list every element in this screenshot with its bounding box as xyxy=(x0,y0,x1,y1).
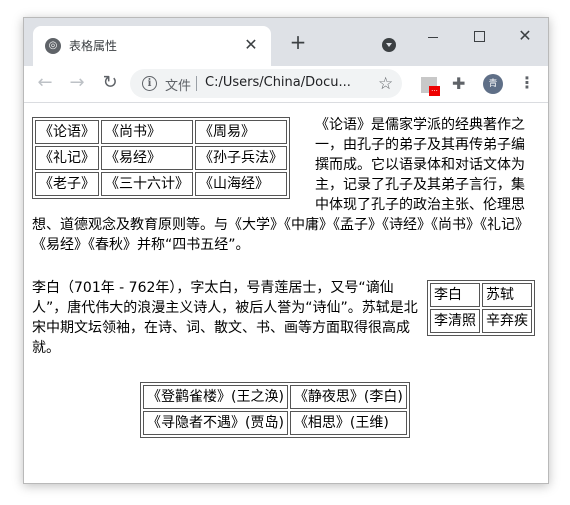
table-cell: 《孙子兵法》 xyxy=(195,146,287,170)
table-row: 《寻隐者不遇》(贾岛) 《相思》(王维) xyxy=(143,411,407,435)
tab-search-icon[interactable] xyxy=(382,38,396,52)
close-tab-icon[interactable]: ✕ xyxy=(241,35,261,55)
address-divider xyxy=(196,76,197,91)
more-menu-icon[interactable]: ⋮ xyxy=(519,73,535,92)
table-cell: 《相思》(王维) xyxy=(289,411,407,435)
table-cell: 《三十六计》 xyxy=(101,172,193,196)
poets-table: 李白 苏轼 李清照 辛弃疾 xyxy=(427,280,535,336)
browser-toolbar: ← → ↻ i 文件 C:/Users/China/Docu... ☆ ✚ 青 … xyxy=(24,66,548,103)
back-button[interactable]: ← xyxy=(34,72,56,94)
table-row: 《礼记》 《易经》 《孙子兵法》 xyxy=(35,146,287,170)
extensions-puzzle-icon[interactable]: ✚ xyxy=(452,74,465,93)
table-row: 《老子》 《三十六计》 《山海经》 xyxy=(35,172,287,196)
table-row: 李白 苏轼 xyxy=(430,283,532,307)
table-cell: 《静夜思》(李白) xyxy=(289,385,407,409)
classics-table: 《论语》 《尚书》 《周易》 《礼记》 《易经》 《孙子兵法》 《老子》 《三十… xyxy=(32,117,290,199)
table-row: 《论语》 《尚书》 《周易》 xyxy=(35,120,287,144)
tab-active[interactable]: ◎ 表格属性 ✕ xyxy=(33,26,271,66)
close-window-button[interactable]: ✕ xyxy=(510,26,540,46)
tab-bar: ◎ 表格属性 ✕ + ✕ xyxy=(24,18,548,66)
table-cell: 李清照 xyxy=(430,309,480,333)
minimize-button[interactable] xyxy=(418,26,448,46)
table-cell: 《山海经》 xyxy=(195,172,287,196)
table-cell: 李白 xyxy=(430,283,480,307)
table-cell: 苏轼 xyxy=(482,283,532,307)
address-bar[interactable]: i 文件 C:/Users/China/Docu... xyxy=(130,69,402,98)
url-text[interactable]: C:/Users/China/Docu... xyxy=(205,75,351,90)
profile-avatar[interactable]: 青 xyxy=(483,74,503,94)
extension-icon[interactable] xyxy=(421,77,440,96)
info-icon[interactable]: i xyxy=(142,76,157,91)
poems-table: 《登鹳雀楼》(王之涣) 《静夜思》(李白) 《寻隐者不遇》(贾岛) 《相思》(王… xyxy=(140,382,410,438)
table-cell: 《易经》 xyxy=(101,146,193,170)
globe-icon: ◎ xyxy=(45,38,61,54)
paragraph-libai-text: 李白（701年 - 762年），字太白，号青莲居士，又号“谪仙人”，唐代伟大的浪… xyxy=(32,280,418,356)
table-row: 李清照 辛弃疾 xyxy=(430,309,532,333)
new-tab-button[interactable]: + xyxy=(286,31,310,55)
table-cell: 《礼记》 xyxy=(35,146,99,170)
maximize-button[interactable] xyxy=(464,26,494,46)
forward-button[interactable]: → xyxy=(66,72,88,94)
table-cell: 《周易》 xyxy=(195,120,287,144)
table-cell: 《尚书》 xyxy=(101,120,193,144)
table-cell: 《寻隐者不遇》(贾岛) xyxy=(143,411,288,435)
scheme-label: 文件 xyxy=(165,79,192,94)
table-cell: 《老子》 xyxy=(35,172,99,196)
table-cell: 《论语》 xyxy=(35,120,99,144)
table-cell: 《登鹳雀楼》(王之涣) xyxy=(143,385,288,409)
browser-window: ◎ 表格属性 ✕ + ✕ ← → ↻ i 文件 C:/Users/China/D… xyxy=(23,17,549,484)
tab-title: 表格属性 xyxy=(69,39,118,53)
table-cell: 辛弃疾 xyxy=(482,309,532,333)
table-row: 《登鹳雀楼》(王之涣) 《静夜思》(李白) xyxy=(143,385,407,409)
reload-button[interactable]: ↻ xyxy=(99,72,121,94)
bookmark-star-icon[interactable]: ☆ xyxy=(378,74,393,94)
page-content: 《论语》是儒家学派的经典著作之一，由孔子的弟子及其再传弟子编撰而成。它以语录体和… xyxy=(24,103,548,483)
